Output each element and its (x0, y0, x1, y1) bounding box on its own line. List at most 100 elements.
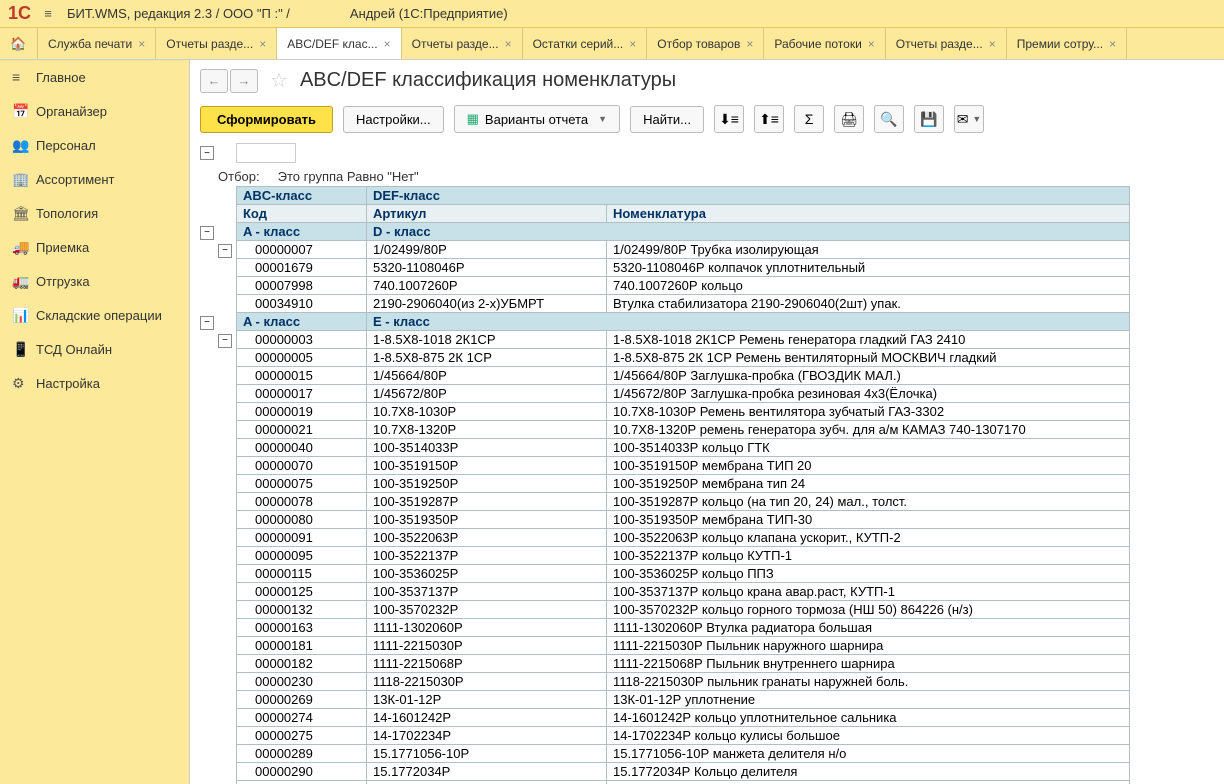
sidebar-label: Ассортимент (36, 172, 115, 187)
sidebar-item-9[interactable]: ⚙Настройка (0, 366, 189, 400)
sidebar-label: ТСД Онлайн (36, 342, 112, 357)
close-icon[interactable]: × (1109, 37, 1116, 51)
sum-button[interactable]: Σ (794, 105, 824, 133)
sidebar-item-2[interactable]: 👥Персонал (0, 128, 189, 162)
preview-button[interactable]: 🔍 (874, 105, 904, 133)
cell-name: 100-3536025Р кольцо ППЗ (607, 565, 1130, 583)
sidebar-item-1[interactable]: 📅Органайзер (0, 94, 189, 128)
nav-back-button[interactable]: ← (200, 69, 228, 93)
cell-article: 15.1772034Р (367, 763, 607, 781)
cell-name: 100-3522063Р кольцо клапана ускорит., КУ… (607, 529, 1130, 547)
cell-name: 13К-01-12Р уплотнение (607, 691, 1130, 709)
print-button[interactable]: 🖨 (834, 105, 864, 133)
cell-name: 100-3514033Р кольцо ГТК (607, 439, 1130, 457)
sidebar-item-5[interactable]: 🚚Приемка (0, 230, 189, 264)
variants-button[interactable]: ▦ Варианты отчета ▼ (454, 105, 620, 133)
close-icon[interactable]: × (629, 37, 636, 51)
tree-collapse-icon[interactable]: − (200, 146, 214, 160)
tab-6[interactable]: Рабочие потоки× (764, 28, 885, 59)
collapse-tree-button[interactable]: ⬆≡ (754, 105, 784, 133)
close-icon[interactable]: × (746, 37, 753, 51)
close-icon[interactable]: × (505, 37, 512, 51)
sidebar-item-3[interactable]: 🏢Ассортимент (0, 162, 189, 196)
tree-collapse-icon[interactable]: − (200, 226, 214, 240)
nav-forward-button[interactable]: → (230, 69, 258, 93)
tab-4[interactable]: Остатки серий...× (523, 28, 648, 59)
sidebar-icon: ⚙ (12, 375, 36, 392)
page-title: ABC/DEF классификация номенклатуры (300, 69, 676, 92)
tree-collapse-icon[interactable]: − (200, 316, 214, 330)
sidebar: ≡Главное📅Органайзер👥Персонал🏢Ассортимент… (0, 60, 190, 784)
tab-3[interactable]: Отчеты разде... × (402, 28, 523, 59)
tree-collapse-icon[interactable]: − (218, 244, 232, 258)
tab-2[interactable]: ABC/DEF клас...× (277, 28, 401, 59)
cell-name: 5320-1108046Р колпачок уплотнительный (607, 259, 1130, 277)
cell-code: 00000269 (237, 691, 367, 709)
report-area: − Отбор: Это группа Равно "Нет" ABC-клас… (190, 143, 1224, 784)
cell-code: 00000274 (237, 709, 367, 727)
tab-home[interactable]: 🏠 (0, 28, 38, 59)
sidebar-icon: 🏛 (12, 205, 36, 222)
tab-1[interactable]: Отчеты разде...× (156, 28, 277, 59)
expand-tree-button[interactable]: ⬇≡ (714, 105, 744, 133)
cell-code: 00000003 (237, 331, 367, 349)
cell-code: 00000019 (237, 403, 367, 421)
header-code: Код (237, 205, 367, 223)
header-article: Артикул (367, 205, 607, 223)
cell-code: 00000308 (237, 781, 367, 784)
tab-label: Служба печати (48, 37, 132, 51)
sidebar-item-0[interactable]: ≡Главное (0, 60, 189, 94)
tab-7[interactable]: Отчеты разде...× (886, 28, 1007, 59)
find-button[interactable]: Найти... (630, 106, 704, 133)
sidebar-label: Настройка (36, 376, 100, 391)
sidebar-item-4[interactable]: 🏛Топология (0, 196, 189, 230)
header-nomenclature: Номенклатура (607, 205, 1130, 223)
cell-name: 1-8.5Х8-875 2К 1СР Ремень вентиляторный … (607, 349, 1130, 367)
cell-name: Втулка стабилизатора 2190-2906040(2шт) у… (607, 295, 1130, 313)
sidebar-icon: 📊 (12, 307, 36, 324)
cell-code: 00000040 (237, 439, 367, 457)
form-button[interactable]: Сформировать (200, 106, 333, 133)
star-icon[interactable]: ☆ (270, 68, 288, 93)
close-icon[interactable]: × (259, 37, 266, 51)
sidebar-icon: 🏢 (12, 171, 36, 188)
close-icon[interactable]: × (868, 37, 875, 51)
filter-cell[interactable] (236, 143, 296, 163)
cell-name: 10.7Х8-1030Р Ремень вентилятора зубчатый… (607, 403, 1130, 421)
cell-code: 00000017 (237, 385, 367, 403)
settings-button[interactable]: Настройки... (343, 106, 444, 133)
cell-article: 1111-2215030Р (367, 637, 607, 655)
cell-name: 1/45672/80Р Заглушка-пробка резиновая 4х… (607, 385, 1130, 403)
header-abc: ABC-класс (237, 187, 367, 205)
cell-code: 00000091 (237, 529, 367, 547)
tab-8[interactable]: Премии сотру...× (1007, 28, 1127, 59)
tab-5[interactable]: Отбор товаров× (647, 28, 764, 59)
sidebar-item-8[interactable]: 📱ТСД Онлайн (0, 332, 189, 366)
cell-article: 740.1007260Р (367, 277, 607, 295)
sidebar-label: Отгрузка (36, 274, 90, 289)
cell-article: 1/45664/80Р (367, 367, 607, 385)
cell-code: 00000275 (237, 727, 367, 745)
cell-code: 00000005 (237, 349, 367, 367)
save-button[interactable]: 💾 (914, 105, 944, 133)
close-icon[interactable]: × (384, 37, 391, 51)
tree-collapse-icon[interactable]: − (218, 334, 232, 348)
email-button[interactable]: ✉▼ (954, 105, 984, 133)
sidebar-label: Органайзер (36, 104, 107, 119)
cell-article: 1111-2215068Р (367, 655, 607, 673)
tab-label: Отчеты разде... (412, 37, 499, 51)
cell-article: 100-3536025Р (367, 565, 607, 583)
cell-article: 2101.1001045Р (367, 781, 607, 784)
cell-code: 00000080 (237, 511, 367, 529)
close-icon[interactable]: × (989, 37, 996, 51)
menu-icon[interactable]: ≡ (39, 6, 57, 21)
cell-name: 100-3519287Р кольцо (на тип 20, 24) мал.… (607, 493, 1130, 511)
sidebar-item-6[interactable]: 🚛Отгрузка (0, 264, 189, 298)
sidebar-item-7[interactable]: 📊Складские операции (0, 298, 189, 332)
cell-name: 100-3519150Р мембрана ТИП 20 (607, 457, 1130, 475)
cell-article: 2190-2906040(из 2-х)УБМРТ (367, 295, 607, 313)
close-icon[interactable]: × (138, 37, 145, 51)
tab-0[interactable]: Служба печати × (38, 28, 156, 59)
cell-code: 00000290 (237, 763, 367, 781)
cell-code: 00000125 (237, 583, 367, 601)
